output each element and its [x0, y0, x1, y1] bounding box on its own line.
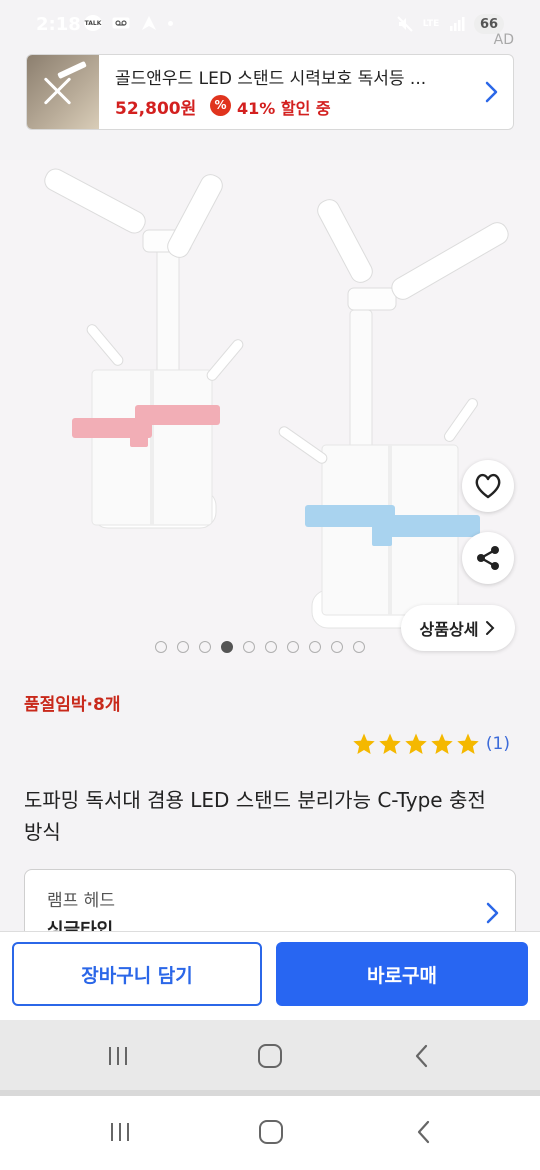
option-label: 램프 헤드	[47, 891, 115, 911]
pagination-dot[interactable]	[265, 641, 277, 653]
add-to-cart-button[interactable]: 장바구니 담기	[12, 942, 262, 1006]
system-recents-button[interactable]	[100, 1112, 140, 1152]
ad-tag: AD	[493, 32, 514, 48]
status-bar: 2:18 TALK LTE 66	[0, 0, 540, 52]
chevron-right-icon	[486, 902, 499, 924]
ad-discount: 41% 할인 중	[237, 99, 331, 118]
product-detail-button[interactable]: 상품상세	[401, 605, 515, 651]
navigation-bar	[0, 1020, 540, 1090]
dot-icon	[168, 20, 173, 26]
star-icon	[379, 733, 401, 754]
buy-now-button[interactable]: 바로구매	[276, 942, 528, 1006]
pagination-dot[interactable]	[221, 641, 233, 653]
star-icon	[405, 733, 427, 754]
rating-stars	[352, 732, 480, 756]
chevron-right-icon	[486, 621, 495, 635]
home-icon	[259, 1120, 283, 1144]
close-icon[interactable]	[35, 69, 79, 113]
pagination-dot[interactable]	[243, 641, 255, 653]
pagination-dot[interactable]	[155, 641, 167, 653]
pagination-dot[interactable]	[287, 641, 299, 653]
pagination-dot[interactable]	[309, 641, 321, 653]
recents-icon	[109, 1047, 127, 1065]
pagination-dot[interactable]	[353, 641, 365, 653]
star-icon	[457, 733, 479, 754]
pagination-dot[interactable]	[199, 641, 211, 653]
mute-icon	[396, 15, 414, 33]
product-image	[44, 168, 509, 629]
rating-count[interactable]: (1)	[486, 734, 510, 754]
talk-icon: TALK	[84, 15, 102, 31]
ad-banner[interactable]: 골드앤우드 LED 스탠드 시력보호 독서등 ... 52,800원 % 41%…	[26, 54, 514, 130]
system-navigation-bar	[0, 1096, 540, 1170]
bottom-action-bar: 장바구니 담기 바로구매	[0, 931, 540, 1020]
percent-icon: %	[210, 95, 231, 116]
lte-icon: LTE	[422, 19, 440, 29]
battery-indicator: 66	[474, 14, 504, 34]
signal-icon	[448, 15, 466, 33]
product-title: 도파밍 독서대 겸용 LED 스탠드 분리가능 C-Type 충전방식	[24, 788, 486, 844]
stock-notice: 품절임박·8개	[24, 695, 121, 715]
pagination-dot[interactable]	[331, 641, 343, 653]
voicemail-icon	[112, 14, 130, 32]
heart-icon	[475, 473, 501, 499]
recents-button[interactable]	[98, 1036, 138, 1076]
back-icon	[417, 1120, 430, 1144]
star-icon	[431, 733, 453, 754]
back-button[interactable]	[402, 1036, 442, 1076]
star-icon	[353, 733, 375, 754]
product-detail-label: 상품상세	[419, 620, 479, 639]
pagination-dot[interactable]	[177, 641, 189, 653]
system-back-button[interactable]	[404, 1112, 444, 1152]
chevron-right-icon[interactable]	[479, 79, 503, 105]
ad-thumbnail	[27, 55, 99, 129]
back-icon	[415, 1044, 428, 1068]
gallery-pagination[interactable]	[155, 641, 365, 653]
product-image-gallery[interactable]	[0, 160, 540, 670]
status-time: 2:18	[36, 14, 81, 35]
home-icon	[258, 1044, 282, 1068]
share-icon	[477, 546, 499, 570]
home-button[interactable]	[250, 1036, 290, 1076]
ad-title: 골드앤우드 LED 스탠드 시력보호 독서등 ...	[115, 69, 427, 89]
system-home-button[interactable]	[251, 1112, 291, 1152]
share-button[interactable]	[462, 532, 514, 584]
app-screen: 2:18 TALK LTE 66 AD 골드앤우드 LED 스탠드 시력보호 독…	[0, 0, 540, 1090]
ad-price: 52,800원	[115, 99, 197, 119]
navigation-icon	[140, 14, 158, 32]
wishlist-button[interactable]	[462, 460, 514, 512]
recents-icon	[111, 1123, 129, 1141]
rating[interactable]: (1)	[352, 732, 510, 756]
